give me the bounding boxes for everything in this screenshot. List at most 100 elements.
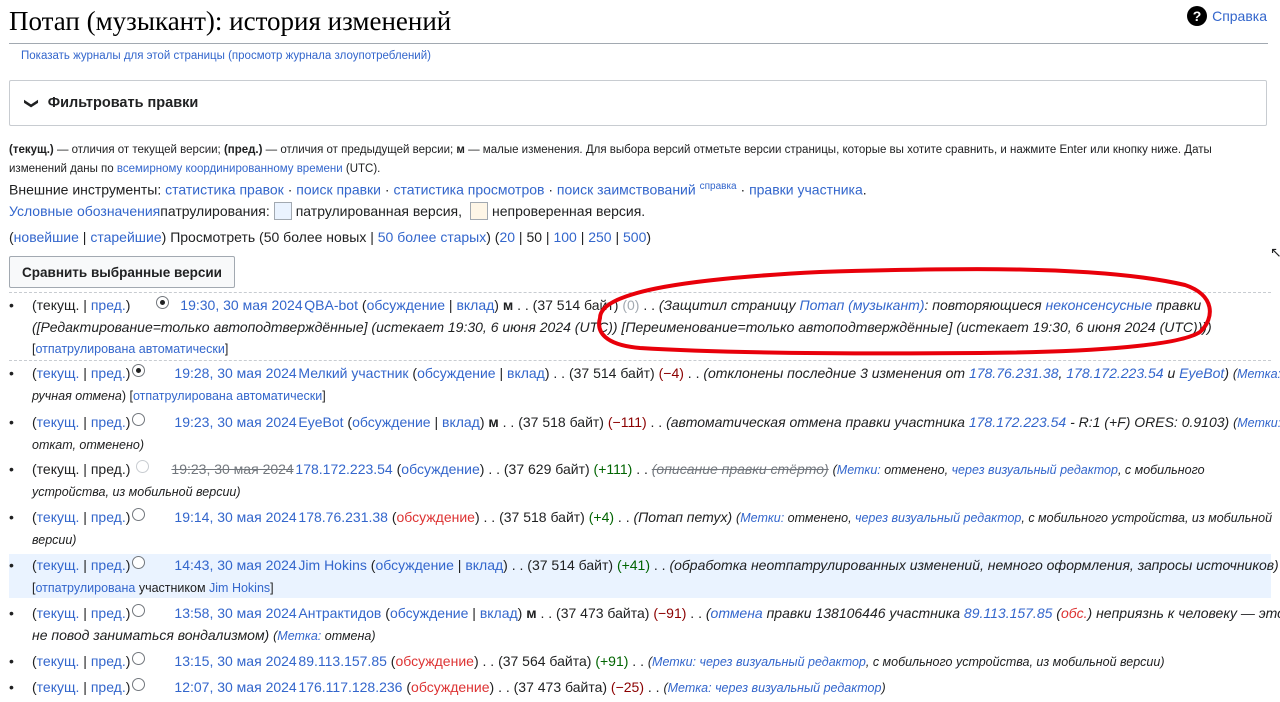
contrib-link[interactable]: вклад [456, 297, 494, 313]
talk-link[interactable]: обсуждение [395, 653, 473, 669]
cur-link[interactable]: текущ. [37, 679, 80, 695]
prev-link[interactable]: пред. [91, 297, 126, 313]
help-link[interactable]: ? Справка [1187, 6, 1267, 26]
talk-link[interactable]: обсуждение [390, 605, 468, 621]
nav-newest[interactable]: новейшие [14, 229, 79, 245]
radio-icon[interactable] [132, 678, 146, 691]
patrol-user-link[interactable]: Jim Hokins [209, 581, 270, 595]
tool-find-edit[interactable]: поиск правки [296, 182, 381, 198]
tag-link[interactable]: через визуальный редактор [715, 681, 881, 695]
radio-icon[interactable] [132, 556, 146, 569]
chevron-icon[interactable]: ❯ [23, 97, 40, 109]
cur-link[interactable]: текущ. [37, 509, 80, 525]
user-link[interactable]: QBA-bot [304, 297, 358, 313]
abuse-log-link[interactable]: (просмотр журнала злоупотреблений) [228, 50, 431, 62]
tool-help-link[interactable]: справка [700, 181, 737, 192]
tag-label[interactable]: Метка: [1237, 367, 1280, 381]
revision-date[interactable]: 19:14, 30 мая 2024 [174, 506, 296, 528]
revision-date[interactable]: 13:15, 30 мая 2024 [174, 650, 296, 672]
logs-link[interactable]: Показать журналы для этой страницы [21, 50, 225, 62]
revision-date[interactable]: 13:58, 30 мая 2024 [174, 602, 296, 624]
prev-link[interactable]: пред. [91, 653, 126, 669]
undo-link[interactable]: отмена [711, 605, 763, 621]
filter-label[interactable]: Фильтровать правки [48, 95, 199, 111]
revision-date[interactable]: 19:28, 30 мая 2024 [174, 362, 296, 384]
radio-icon[interactable] [132, 508, 146, 521]
revision-date[interactable]: 19:23, 30 мая 2024 [174, 411, 296, 433]
filter-panel[interactable]: ❯ Фильтровать правки [9, 80, 1267, 126]
radio-icon[interactable] [132, 413, 146, 426]
tool-user-edits[interactable]: правки участника [749, 182, 863, 198]
tag-label[interactable]: Метки: [740, 511, 784, 525]
user-link[interactable]: Мелкий участник [298, 365, 408, 381]
ip-link[interactable]: 178.172.223.54 [1066, 365, 1163, 381]
compare-versions-button[interactable]: Сравнить выбранные версии [9, 256, 235, 288]
radio-icon[interactable] [132, 652, 146, 665]
limit-250[interactable]: 250 [588, 229, 611, 245]
nav-older[interactable]: 50 более старых [378, 229, 486, 245]
cur-link[interactable]: текущ. [37, 605, 80, 621]
contrib-link[interactable]: вклад [442, 414, 480, 430]
limit-20[interactable]: 20 [499, 229, 515, 245]
tag-link[interactable]: через визуальный редактор [700, 655, 866, 669]
radio-icon[interactable] [132, 364, 146, 377]
user-link[interactable]: 176.117.128.236 [298, 679, 402, 695]
prev-link[interactable]: пред. [91, 365, 126, 381]
talk-link[interactable]: обсуждение [401, 461, 479, 477]
comment-link[interactable]: неконсенсусные [1046, 297, 1153, 313]
prev-link[interactable]: пред. [91, 557, 126, 573]
talk-link[interactable]: обсуждение [417, 365, 495, 381]
tag-label[interactable]: Метка: [668, 681, 712, 695]
patrol-legend-link[interactable]: Условные обозначения [9, 203, 160, 219]
comment-page-link[interactable]: Потап (музыкант) [800, 297, 925, 313]
prev-link[interactable]: пред. [91, 605, 126, 621]
help-label[interactable]: Справка [1212, 8, 1267, 24]
user-link[interactable]: Jim Hokins [298, 557, 366, 573]
tag-label[interactable]: Метки: [1237, 416, 1280, 430]
patrol-link[interactable]: отпатрулирована автоматически [35, 342, 224, 356]
prev-link[interactable]: пред. [91, 414, 126, 430]
talk-link[interactable]: обс. [1061, 605, 1088, 621]
user-link[interactable]: 178.76.231.38 [298, 509, 388, 525]
talk-link[interactable]: обсуждение [352, 414, 430, 430]
tag-link[interactable]: через визуальный редактор [952, 463, 1118, 477]
tag-label[interactable]: Метки: [837, 463, 881, 477]
tag-label[interactable]: Метка: [277, 629, 321, 643]
tool-pageviews[interactable]: статистика просмотров [393, 182, 544, 198]
revision-date[interactable]: 14:43, 30 мая 2024 [174, 554, 296, 576]
user-link[interactable]: Антрактидов [298, 605, 381, 621]
user-link[interactable]: EyeBot [1179, 365, 1224, 381]
talk-link[interactable]: обсуждение [367, 297, 445, 313]
radio-icon[interactable] [156, 296, 170, 309]
ip-link[interactable]: 178.76.231.38 [969, 365, 1059, 381]
tag-label[interactable]: Метки: [652, 655, 696, 669]
talk-link[interactable]: обсуждение [397, 509, 475, 525]
revision-date[interactable]: 19:30, 30 мая 2024 [180, 294, 302, 316]
contrib-link[interactable]: вклад [465, 557, 503, 573]
limit-500[interactable]: 500 [623, 229, 646, 245]
revision-date[interactable]: 12:07, 30 мая 2024 [174, 676, 296, 698]
contrib-link[interactable]: вклад [480, 605, 518, 621]
prev-link[interactable]: пред. [91, 509, 126, 525]
utc-link[interactable]: всемирному координированному времени [117, 163, 343, 175]
ip-link[interactable]: 89.113.157.85 [964, 605, 1053, 621]
user-link[interactable]: EyeBot [298, 414, 343, 430]
cur-link[interactable]: текущ. [37, 653, 80, 669]
cur-link[interactable]: текущ. [37, 557, 80, 573]
talk-link[interactable]: обсуждение [375, 557, 453, 573]
tool-edit-stats[interactable]: статистика правок [165, 182, 284, 198]
nav-oldest[interactable]: старейшие [90, 229, 161, 245]
patrol-link[interactable]: отпатрулирована [35, 581, 135, 595]
user-link[interactable]: 89.113.157.85 [298, 653, 387, 669]
user-link[interactable]: 178.172.223.54 [295, 461, 392, 477]
tool-copyvio[interactable]: поиск заимствований [557, 182, 696, 198]
radio-icon[interactable] [132, 604, 146, 617]
tag-link[interactable]: через визуальный редактор [855, 511, 1021, 525]
prev-link[interactable]: пред. [91, 679, 126, 695]
cur-link[interactable]: текущ. [37, 365, 80, 381]
patrol-link[interactable]: отпатрулирована автоматически [133, 389, 322, 403]
ip-link[interactable]: 178.172.223.54 [969, 414, 1066, 430]
limit-100[interactable]: 100 [553, 229, 576, 245]
talk-link[interactable]: обсуждение [411, 679, 489, 695]
contrib-link[interactable]: вклад [507, 365, 545, 381]
